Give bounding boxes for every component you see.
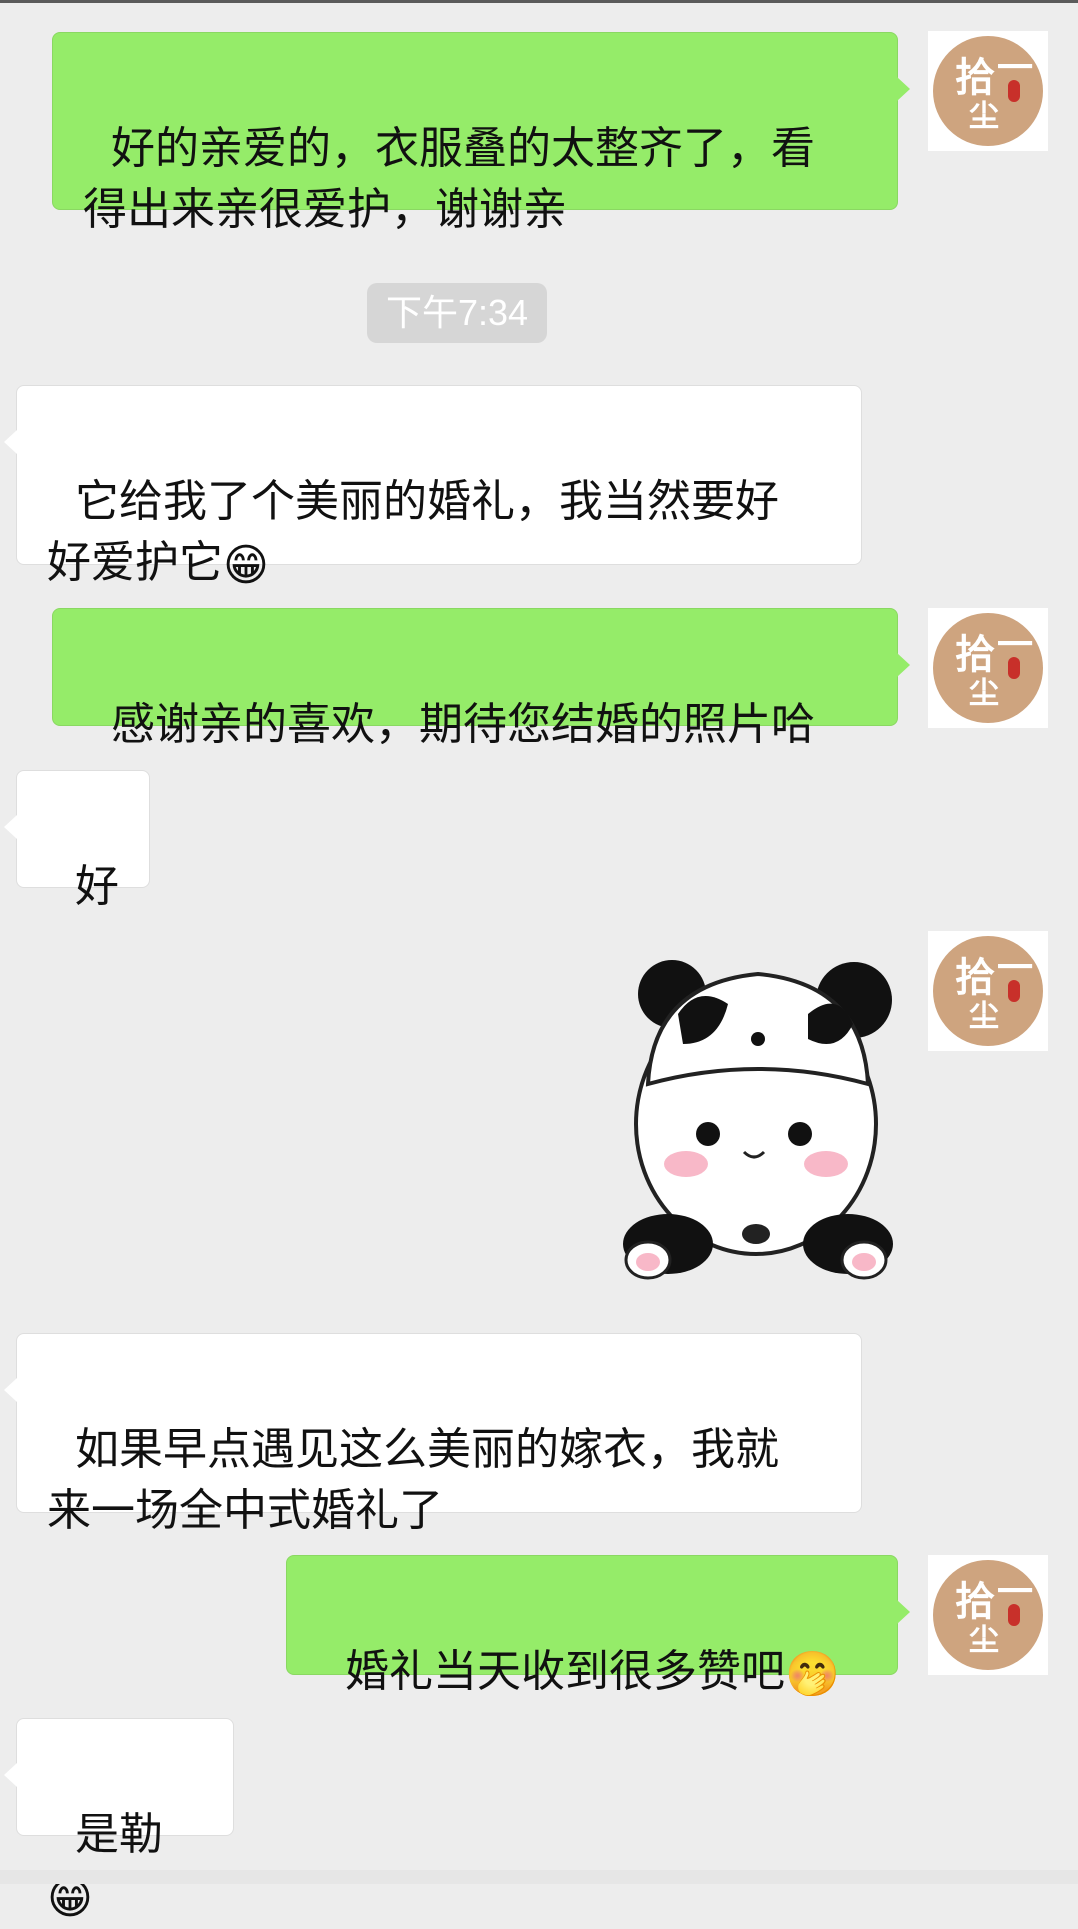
message-bubble-sent[interactable]: 婚礼当天收到很多赞吧🤭 bbox=[286, 1555, 910, 1700]
message-bubble-received[interactable]: 好 bbox=[4, 770, 150, 912]
avatar[interactable]: 拾 一 尘 bbox=[928, 1555, 1048, 1675]
status-bar-edge bbox=[0, 0, 1078, 3]
message-text: 它给我了个美丽的婚礼，我当然要好 好爱护它 bbox=[47, 476, 779, 588]
message-text: 是勒 bbox=[74, 1809, 163, 1860]
message-text: 感谢亲的喜欢，期待您结婚的照片哈 bbox=[110, 699, 815, 750]
shop-logo-icon: 拾 一 尘 bbox=[933, 1560, 1043, 1670]
message-bubble-sent[interactable]: 感谢亲的喜欢，期待您结婚的照片哈 bbox=[52, 608, 910, 750]
shop-logo-icon: 拾 一 尘 bbox=[933, 36, 1043, 146]
red-seal-icon bbox=[1008, 657, 1020, 679]
message-text: 好的亲爱的，衣服叠的太整齐了，看 得出来亲很爱护，谢谢亲 bbox=[83, 123, 815, 235]
shop-logo-icon: 拾 一 尘 bbox=[933, 613, 1043, 723]
red-seal-icon bbox=[1008, 1604, 1020, 1626]
red-seal-icon bbox=[1008, 980, 1020, 1002]
message-bubble-received[interactable]: 如果早点遇见这么美丽的嫁衣，我就 来一场全中式婚礼了 bbox=[4, 1333, 862, 1536]
message-text: 如果早点遇见这么美丽的嫁衣，我就 来一场全中式婚礼了 bbox=[47, 1424, 779, 1536]
grinning-emoji-icon: 😁 bbox=[223, 539, 269, 591]
red-seal-icon bbox=[1008, 80, 1020, 102]
avatar[interactable]: 拾 一 尘 bbox=[928, 31, 1048, 151]
panda-sticker-icon[interactable] bbox=[608, 944, 904, 1294]
hand-over-mouth-emoji-icon: 🤭 bbox=[784, 1648, 840, 1700]
message-bubble-received[interactable]: 它给我了个美丽的婚礼，我当然要好 好爱护它😁 bbox=[4, 385, 862, 591]
message-bubble-sent[interactable]: 好的亲爱的，衣服叠的太整齐了，看 得出来亲很爱护，谢谢亲 bbox=[52, 32, 910, 235]
message-text: 好 bbox=[74, 861, 119, 912]
message-text: 婚礼当天收到很多赞吧 bbox=[344, 1646, 785, 1697]
shop-logo-icon: 拾 一 尘 bbox=[933, 936, 1043, 1046]
avatar[interactable]: 拾 一 尘 bbox=[928, 931, 1048, 1051]
message-bubble-received[interactable]: 是勒😁 bbox=[4, 1718, 234, 1924]
timestamp: 下午7:34 bbox=[367, 283, 547, 343]
bottom-edge bbox=[0, 1870, 1078, 1884]
avatar[interactable]: 拾 一 尘 bbox=[928, 608, 1048, 728]
